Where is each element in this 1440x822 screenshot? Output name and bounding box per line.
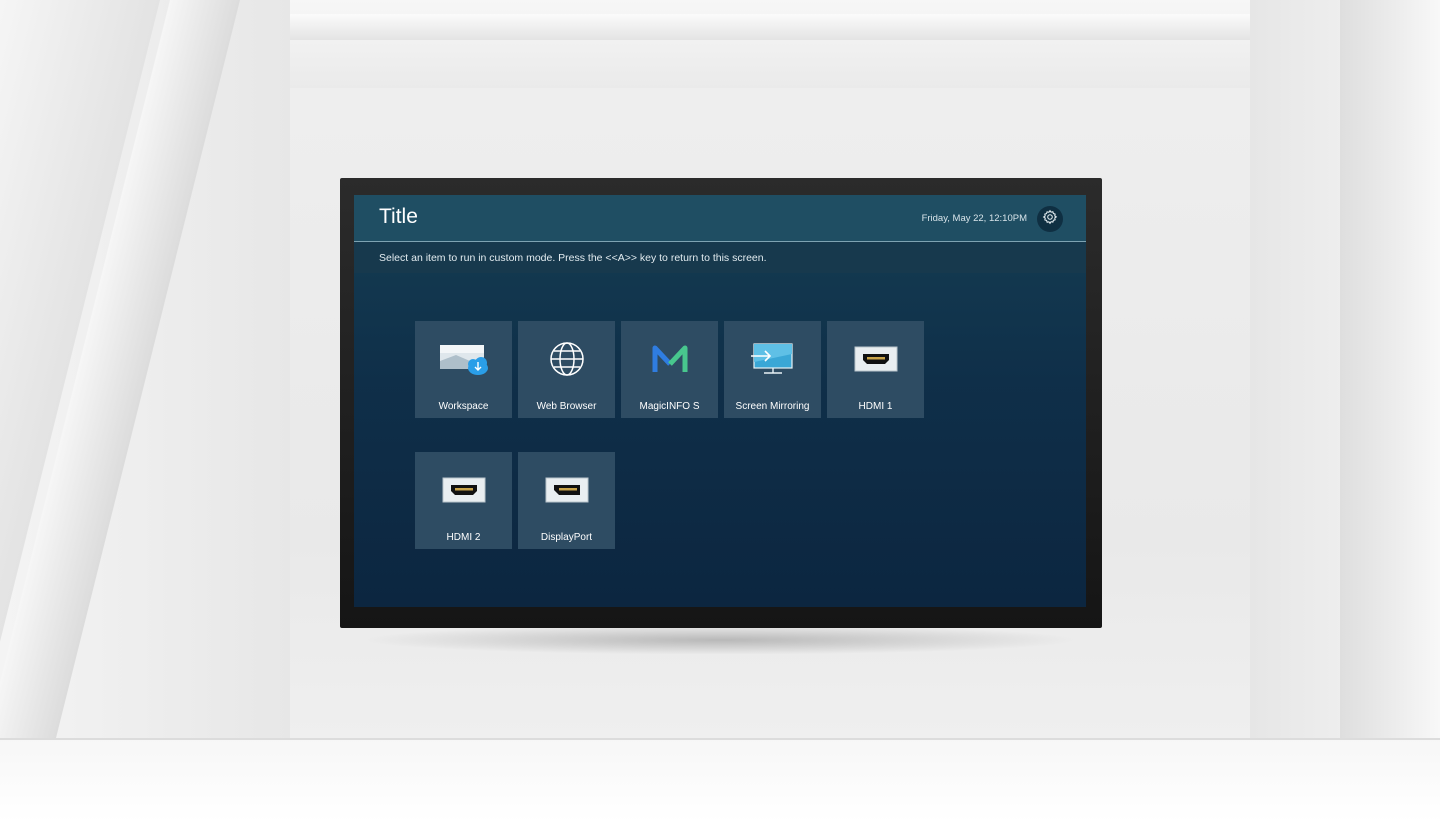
tile-magicinfo[interactable]: MagicINFO S (621, 321, 718, 418)
workspace-icon (436, 341, 492, 382)
tile-hdmi-1[interactable]: HDMI 1 (827, 321, 924, 418)
display-screen: Title Friday, May 22, 12:10PM Select an … (354, 195, 1086, 607)
hdmi-port-icon (442, 477, 486, 508)
page-title: Title (379, 205, 418, 228)
tile-label: Screen Mirroring (735, 401, 810, 412)
tile-displayport[interactable]: DisplayPort (518, 452, 615, 549)
hdmi-port-icon (854, 346, 898, 377)
magicinfo-icon (652, 344, 688, 379)
header-bar: Title Friday, May 22, 12:10PM (354, 195, 1086, 242)
settings-button[interactable] (1037, 206, 1063, 232)
gear-icon (1042, 209, 1058, 230)
tile-web-browser[interactable]: Web Browser (518, 321, 615, 418)
wall-display: Title Friday, May 22, 12:10PM Select an … (340, 178, 1102, 628)
date-time: Friday, May 22, 12:10PM (921, 213, 1027, 224)
tile-screen-mirroring[interactable]: Screen Mirroring (724, 321, 821, 418)
tile-hdmi-2[interactable]: HDMI 2 (415, 452, 512, 549)
floor-edge (0, 738, 1440, 740)
right-beam (1340, 0, 1440, 760)
floor (0, 738, 1440, 822)
ceiling-beam (210, 14, 1340, 40)
tile-workspace[interactable]: Workspace (415, 321, 512, 418)
instruction-bar: Select an item to run in custom mode. Pr… (354, 242, 1086, 273)
tile-label: DisplayPort (540, 532, 593, 543)
tile-label: HDMI 1 (858, 401, 893, 412)
screen-mirroring-icon (750, 342, 796, 381)
instruction-text: Select an item to run in custom mode. Pr… (379, 252, 767, 264)
tile-label: HDMI 2 (446, 532, 481, 543)
tile-label: Web Browser (536, 401, 597, 412)
tile-label: Workspace (438, 401, 489, 412)
display-shadow (360, 625, 1080, 655)
globe-icon (549, 341, 585, 382)
tile-label: MagicINFO S (639, 401, 700, 412)
displayport-icon (545, 477, 589, 508)
